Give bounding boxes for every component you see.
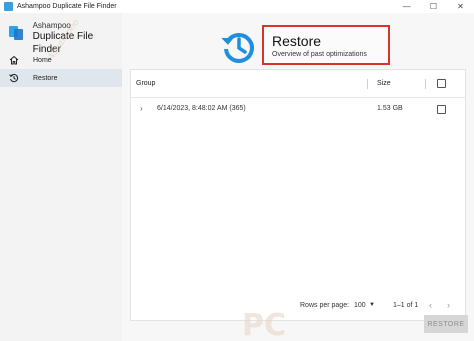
sidebar-item-restore[interactable]: Restore	[0, 69, 122, 87]
sidebar-nav: Home Restore	[0, 51, 122, 87]
main-content: Restore Overview of past optimizations G…	[122, 13, 474, 341]
minimize-button[interactable]: —	[393, 0, 420, 13]
sidebar: Ashampoo Duplicate File Finder Ashampoo …	[0, 13, 122, 341]
previous-page-button[interactable]: ‹	[429, 300, 432, 310]
app-logo	[9, 24, 25, 40]
window-controls: — ☐ ✕	[393, 0, 474, 13]
row-size: 1.53 GB	[377, 105, 403, 112]
next-page-button[interactable]: ›	[447, 300, 450, 310]
restore-table: Group Size › 6/14/2023, 8:48:02 AM (365)…	[130, 69, 466, 321]
column-header-group[interactable]: Group	[136, 80, 155, 87]
restore-clock-icon	[220, 29, 256, 65]
chevron-down-icon[interactable]: ▼	[369, 302, 375, 308]
page-title: Restore	[272, 33, 322, 49]
close-button[interactable]: ✕	[447, 0, 474, 13]
expand-chevron-icon[interactable]: ›	[140, 104, 143, 113]
table-header: Group Size	[131, 70, 465, 98]
table-row[interactable]: › 6/14/2023, 8:48:02 AM (365) 1.53 GB	[131, 98, 465, 122]
row-checkbox[interactable]	[437, 105, 446, 114]
column-divider	[425, 79, 426, 89]
sidebar-item-label: Home	[33, 56, 52, 64]
column-header-size[interactable]: Size	[377, 80, 391, 87]
window-title: Ashampoo Duplicate File Finder	[17, 3, 117, 10]
watermark-logo: PC	[242, 308, 287, 341]
maximize-button[interactable]: ☐	[420, 0, 447, 13]
page-range: 1–1 of 1	[393, 302, 419, 309]
rows-per-page-label: Rows per page:	[300, 302, 350, 309]
select-all-checkbox[interactable]	[437, 79, 446, 88]
restore-button[interactable]: RESTORE	[424, 315, 468, 333]
row-group: 6/14/2023, 8:48:02 AM (365)	[157, 105, 246, 112]
column-divider	[367, 79, 368, 89]
pagination: Rows per page: 100 ▼ 1–1 of 1 ‹ ›	[131, 295, 465, 315]
home-icon	[9, 55, 19, 65]
rows-per-page-select[interactable]: 100	[354, 302, 366, 309]
sidebar-item-label: Restore	[33, 74, 58, 82]
app-icon	[4, 2, 13, 11]
restore-icon	[9, 73, 19, 83]
page-subtitle: Overview of past optimizations	[272, 51, 367, 58]
title-bar: Ashampoo Duplicate File Finder — ☐ ✕	[0, 0, 474, 13]
sidebar-item-home[interactable]: Home	[0, 51, 122, 69]
